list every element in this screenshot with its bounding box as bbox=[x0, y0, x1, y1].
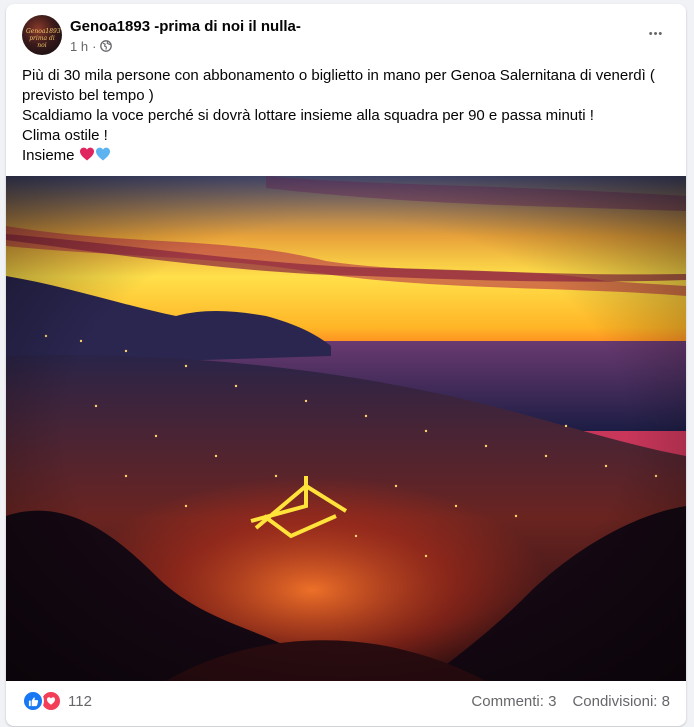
post-text-line: Scaldiamo la voce perché si dovrà lottar… bbox=[22, 107, 594, 124]
post-text-line: previsto bel tempo ) bbox=[22, 87, 154, 104]
comments-count-link[interactable]: Commenti: 3 bbox=[471, 693, 556, 710]
reactions-summary[interactable]: 112 bbox=[22, 690, 92, 712]
avatar[interactable]: Genoa1893 prima di noi bbox=[22, 15, 62, 55]
post-photo[interactable] bbox=[6, 176, 686, 681]
post-header: Genoa1893 prima di noi Genoa1893 -prima … bbox=[22, 15, 301, 55]
shares-count-link[interactable]: Condivisioni: 8 bbox=[572, 693, 670, 710]
blue-heart-icon bbox=[95, 146, 111, 162]
post-text-line: Più di 30 mila persone con abbonamento o… bbox=[22, 67, 655, 84]
post-time[interactable]: 1 h bbox=[70, 39, 88, 54]
globe-icon[interactable] bbox=[100, 40, 113, 52]
post-text-line: Clima ostile ! bbox=[22, 127, 108, 144]
post-text-line: Insieme bbox=[22, 147, 75, 164]
red-heart-icon bbox=[79, 146, 95, 162]
post-meta: 1 h · bbox=[70, 39, 301, 54]
reaction-count: 112 bbox=[68, 692, 92, 710]
more-icon[interactable]: ••• bbox=[640, 20, 672, 48]
like-reaction-icon bbox=[22, 690, 44, 712]
meta-separator: · bbox=[92, 38, 97, 54]
post-footer: 112 Commenti: 3 Condivisioni: 8 bbox=[22, 689, 670, 713]
post-text: Più di 30 mila persone con abbonamento o… bbox=[22, 66, 672, 166]
page-name[interactable]: Genoa1893 -prima di noi il nulla- bbox=[70, 17, 301, 36]
post-text-line-last: Insieme bbox=[22, 146, 672, 166]
avatar-text: Genoa1893 prima di noi bbox=[26, 28, 61, 49]
more-label: ••• bbox=[648, 28, 664, 40]
post-card: Genoa1893 prima di noi Genoa1893 -prima … bbox=[6, 4, 686, 726]
